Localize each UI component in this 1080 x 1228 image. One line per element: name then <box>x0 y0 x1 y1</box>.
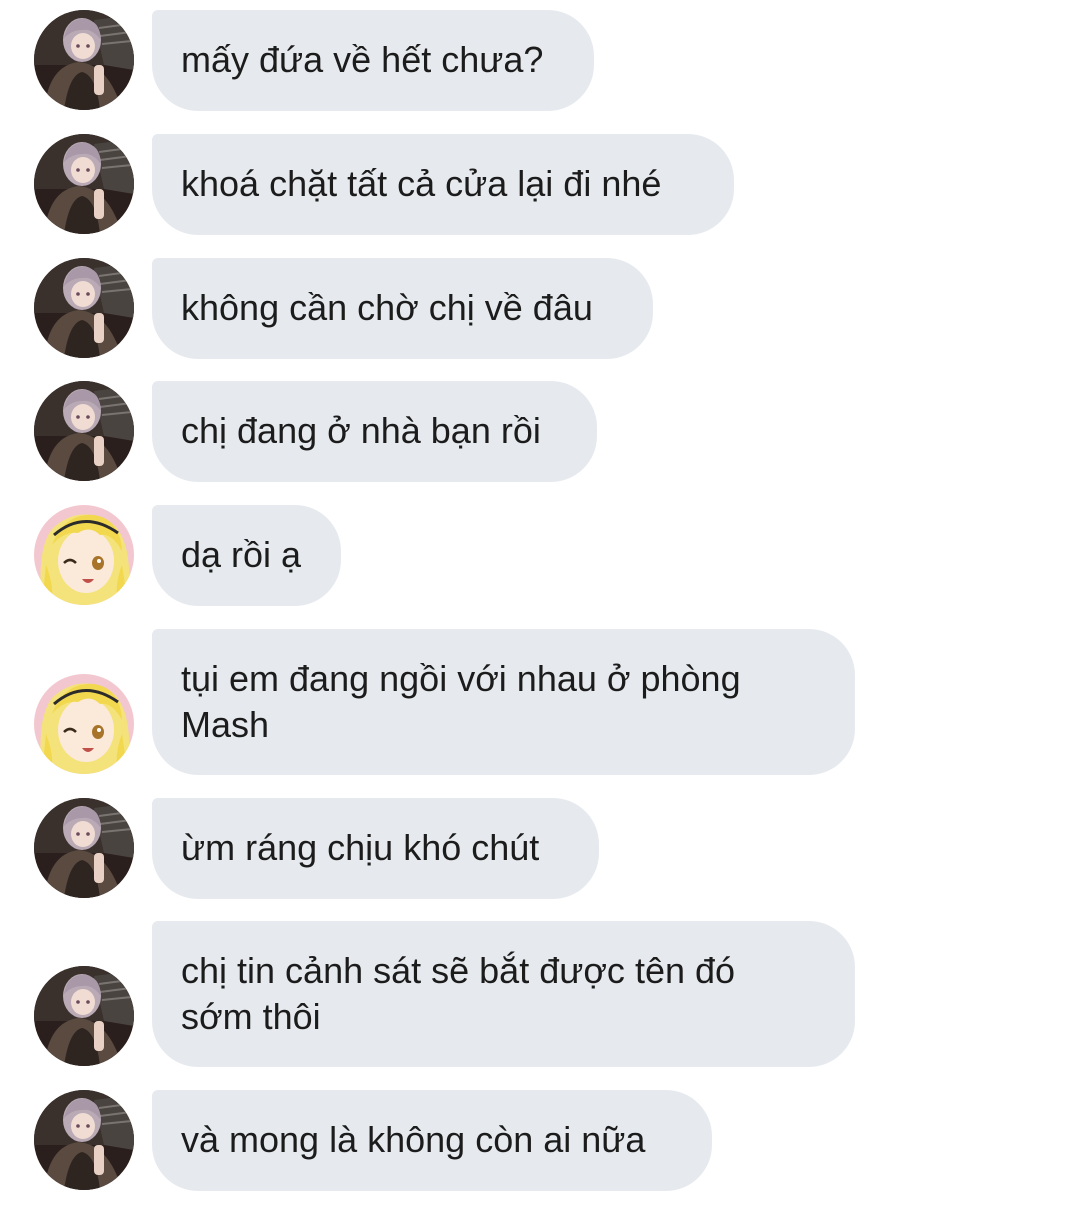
avatar-gray-haired[interactable] <box>34 258 134 358</box>
avatar-gray-haired[interactable] <box>34 381 134 481</box>
message-row: ừm ráng chịu khó chút <box>0 798 1080 899</box>
message-bubble[interactable]: mấy đứa về hết chưa? <box>152 10 594 111</box>
message-bubble[interactable]: khoá chặt tất cả cửa lại đi nhé <box>152 134 734 235</box>
avatar-gray-haired[interactable] <box>34 798 134 898</box>
avatar-gray-haired[interactable] <box>34 966 134 1066</box>
message-row: và mong là không còn ai nữa <box>0 1090 1080 1191</box>
message-row: dạ rồi ạ <box>0 505 1080 606</box>
message-row: mấy đứa về hết chưa? <box>0 10 1080 111</box>
message-row: khoá chặt tất cả cửa lại đi nhé <box>0 134 1080 235</box>
message-bubble[interactable]: không cần chờ chị về đâu <box>152 258 653 359</box>
avatar-gray-haired[interactable] <box>34 10 134 110</box>
avatar-gray-haired[interactable] <box>34 1090 134 1190</box>
avatar-gray-haired[interactable] <box>34 134 134 234</box>
message-bubble[interactable]: tụi em đang ngồi với nhau ở phòng Mash <box>152 629 855 775</box>
message-row: chị đang ở nhà bạn rồi <box>0 381 1080 482</box>
message-bubble[interactable]: chị đang ở nhà bạn rồi <box>152 381 597 482</box>
message-bubble[interactable]: và mong là không còn ai nữa <box>152 1090 712 1191</box>
message-bubble[interactable]: chị tin cảnh sát sẽ bắt được tên đó sớm … <box>152 921 855 1067</box>
chat-conversation: mấy đứa về hết chưa? khoá chặt tất cả cử… <box>0 0 1080 1228</box>
avatar-blonde[interactable] <box>34 674 134 774</box>
message-row: chị tin cảnh sát sẽ bắt được tên đó sớm … <box>0 921 1080 1067</box>
message-row: tụi em đang ngồi với nhau ở phòng Mash <box>0 629 1080 775</box>
message-row: không cần chờ chị về đâu <box>0 258 1080 359</box>
message-bubble[interactable]: ừm ráng chịu khó chút <box>152 798 599 899</box>
message-bubble[interactable]: dạ rồi ạ <box>152 505 341 606</box>
avatar-blonde[interactable] <box>34 505 134 605</box>
